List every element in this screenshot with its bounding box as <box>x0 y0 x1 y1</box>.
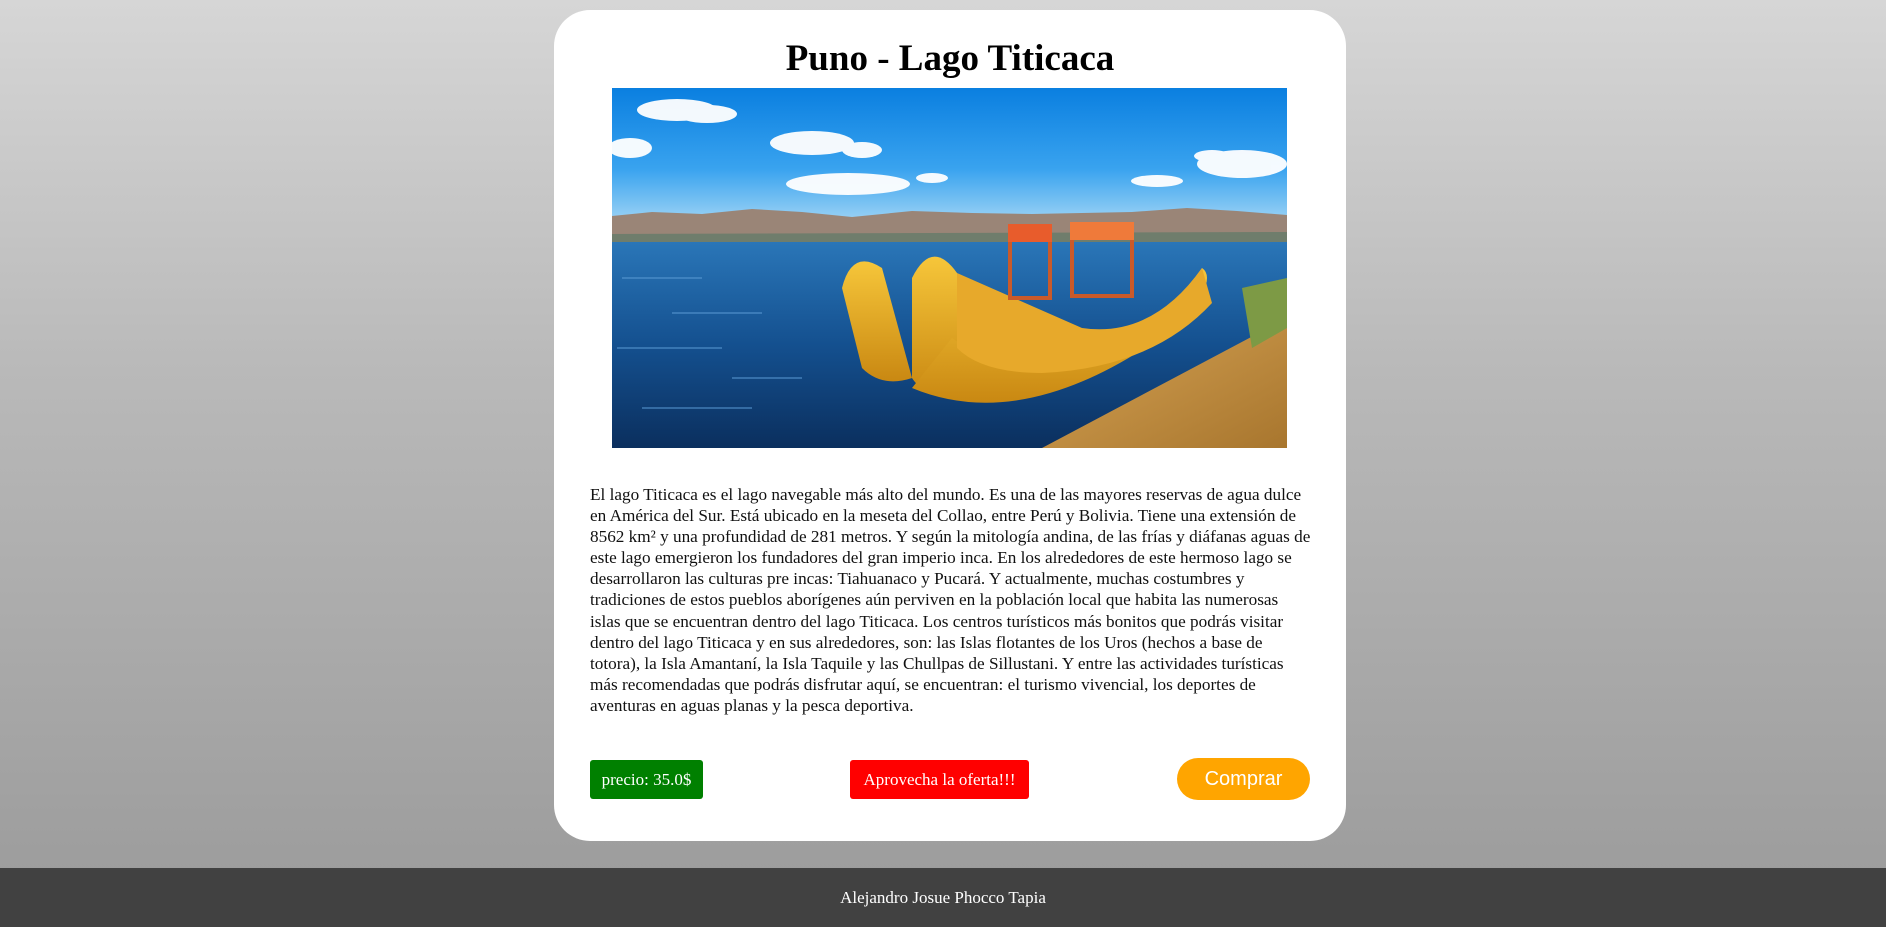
footer-author: Alejandro Josue Phocco Tapia <box>840 888 1046 907</box>
card-title: Puno - Lago Titicaca <box>785 38 1115 79</box>
price-badge: precio: 35.0$ <box>590 760 703 799</box>
footer: Alejandro Josue Phocco Tapia <box>0 868 1886 927</box>
destination-photo <box>612 88 1287 448</box>
offer-badge: Aprovecha la oferta!!! <box>850 760 1029 799</box>
destination-description: El lago Titicaca es el lago navegable má… <box>590 485 1311 715</box>
destination-card: Puno - Lago Titicaca El lago Titicaca es… <box>554 10 1346 841</box>
buy-button[interactable]: Comprar <box>1177 758 1310 800</box>
